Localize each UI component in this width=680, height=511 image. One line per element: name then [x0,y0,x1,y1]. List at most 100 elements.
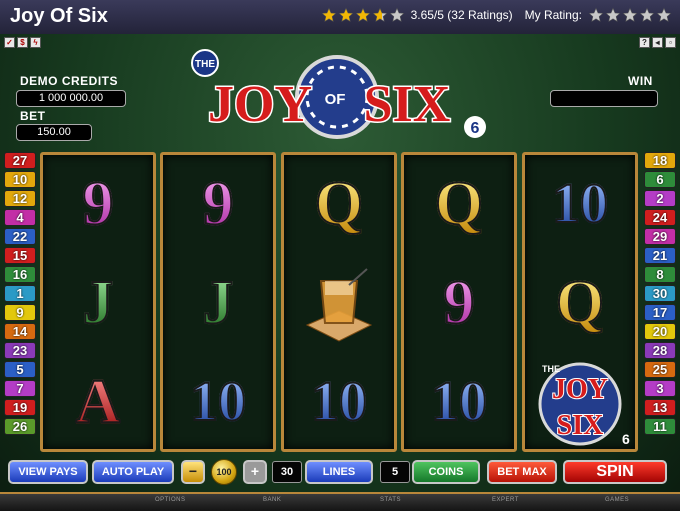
symbol-q-text: Q [555,269,605,337]
payline-number-right[interactable]: 18 [644,152,676,169]
payline-number-right[interactable]: 20 [644,323,676,340]
help-icon[interactable]: ? [639,37,650,48]
svg-text:THE: THE [542,364,560,374]
payline-number-left[interactable]: 22 [4,228,36,245]
logo-six-badge: 6 [471,120,480,137]
svg-text:6: 6 [622,431,630,447]
lightning-icon[interactable]: ϟ [30,37,41,48]
coins-button[interactable]: COINS [412,460,480,484]
logo-of-text: OF [325,91,346,108]
sound-icon[interactable]: ◂ [652,37,663,48]
symbol-9-text: 9 [202,170,235,238]
payline-number-right[interactable]: 13 [644,399,676,416]
slot-game-area: ✓ $ ϟ ? ◂ ▫ DEMO CREDITS 1 000 000.00 BE… [0,34,680,511]
payline-number-left[interactable]: 27 [4,152,36,169]
reel-2: 9 J 10 [160,152,276,452]
header-bar: Joy Of Six 3.65/5 (32 Ratings) My Rating… [0,0,680,34]
payline-number-right[interactable]: 24 [644,209,676,226]
reel-3: Q 10 [281,152,397,452]
payline-number-left[interactable]: 23 [4,342,36,359]
checkmark-icon[interactable]: ✓ [4,37,15,48]
win-label: WIN [628,74,653,88]
control-bar: VIEW PAYS AUTO PLAY − 100 + 30 LINES 5 C… [0,456,680,488]
footer-menu: OPTIONS BANK STATS EXPERT GAMES [0,492,680,511]
my-rating-stars[interactable] [588,7,672,23]
reel-symbol: 9 [404,254,514,352]
bet-max-button[interactable]: BET MAX [487,460,557,484]
symbol-j-text: J [82,269,115,337]
coins-value: 5 [380,461,410,483]
payline-number-left[interactable]: 1 [4,285,36,302]
game-logo: THE JOY OF SIX 6 [185,49,495,139]
reel-symbol: 10 [163,353,273,449]
reels: 9 J A 9 J 10 Q 10 Q 9 10 10 Q JOY SIX THE 6 [40,152,638,452]
dollar-icon[interactable]: $ [17,37,28,48]
payline-number-left[interactable]: 16 [4,266,36,283]
whisky-glass-icon [284,254,394,352]
payline-number-right[interactable]: 25 [644,361,676,378]
payline-number-left[interactable]: 10 [4,171,36,188]
lines-value: 30 [272,461,302,483]
demo-credits-label: DEMO CREDITS [20,74,119,88]
demo-credits-value: 1 000 000.00 [16,90,126,107]
game-title: Joy Of Six [10,5,108,27]
symbol-q-text: Q [434,170,484,238]
payline-number-right[interactable]: 21 [644,247,676,264]
payline-number-left[interactable]: 15 [4,247,36,264]
reel-symbol: 9 [43,155,153,253]
payline-number-right[interactable]: 17 [644,304,676,321]
footer-item-games[interactable]: GAMES [605,497,629,503]
reel-symbol: Q [525,254,635,352]
view-pays-button[interactable]: VIEW PAYS [8,460,88,484]
star-icon[interactable] [605,7,621,23]
payline-number-left[interactable]: 7 [4,380,36,397]
spin-button[interactable]: SPIN [563,460,667,484]
reel-symbol: 10 [525,155,635,253]
symbol-10-text: 10 [189,371,247,433]
payline-number-right[interactable]: 29 [644,228,676,245]
footer-item-bank[interactable]: BANK [263,497,281,503]
payline-number-left[interactable]: 5 [4,361,36,378]
coin-decrease-button[interactable]: − [181,460,205,484]
star-icon[interactable] [656,7,672,23]
footer-item-stats[interactable]: STATS [380,497,401,503]
payline-number-left[interactable]: 26 [4,418,36,435]
payline-number-left[interactable]: 9 [4,304,36,321]
game-toolbar-left: ✓ $ ϟ [4,37,41,48]
payline-number-left[interactable]: 14 [4,323,36,340]
coin-increase-button[interactable]: + [243,460,267,484]
bet-value: 150.00 [16,124,92,141]
average-rating-stars [321,7,405,23]
star-icon[interactable] [622,7,638,23]
payline-number-right[interactable]: 8 [644,266,676,283]
footer-item-options[interactable]: OPTIONS [155,497,186,503]
payline-number-right[interactable]: 2 [644,190,676,207]
footer-item-expert[interactable]: EXPERT [492,497,519,503]
star-icon[interactable] [588,7,604,23]
star-icon[interactable] [639,7,655,23]
lines-button[interactable]: LINES [305,460,373,484]
payline-number-right[interactable]: 6 [644,171,676,188]
payline-number-right[interactable]: 30 [644,285,676,302]
reel-symbol: Q [404,155,514,253]
logo-joy-text: JOY [208,76,312,133]
window-icon[interactable]: ▫ [665,37,676,48]
payline-number-right[interactable]: 28 [644,342,676,359]
reel-1: 9 JA [40,152,156,452]
reel-symbol: 10 [404,353,514,449]
symbol-j-text: J [202,269,235,337]
reel-symbol: A [43,353,153,449]
auto-play-button[interactable]: AUTO PLAY [92,460,174,484]
star-icon [321,7,337,23]
symbol-10-text: 10 [551,173,609,235]
reel-symbol: 9 [163,155,273,253]
payline-number-left[interactable]: 4 [4,209,36,226]
reel-4: Q 9 10 [401,152,517,452]
star-icon [372,7,388,23]
payline-number-right[interactable]: 11 [644,418,676,435]
payline-number-left[interactable]: 19 [4,399,36,416]
coin-value: 100 [211,459,237,485]
payline-number-right[interactable]: 3 [644,380,676,397]
payline-number-left[interactable]: 12 [4,190,36,207]
star-icon [355,7,371,23]
